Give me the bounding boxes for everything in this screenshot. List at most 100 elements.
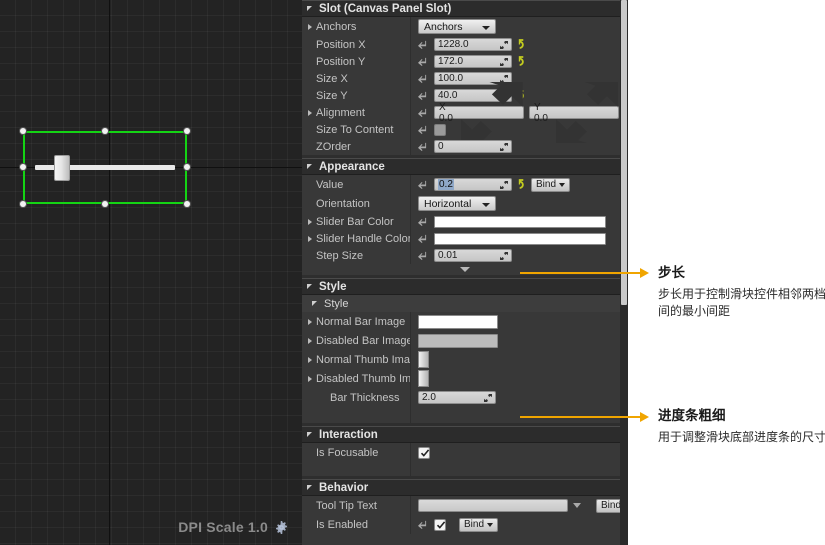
collapse-triangle-icon[interactable]: [307, 484, 314, 491]
column-separator: [410, 230, 411, 247]
orientation-dropdown[interactable]: Horizontal: [418, 196, 496, 211]
disabled-bar-image-swatch[interactable]: [418, 333, 498, 348]
property-row-bar-thickness[interactable]: Bar Thickness 2.0: [302, 388, 628, 407]
spinner-icon[interactable]: [500, 143, 508, 151]
spinner-icon[interactable]: [500, 41, 508, 49]
disabled-thumb-image-swatch[interactable]: [418, 370, 429, 387]
column-separator: [410, 213, 411, 230]
is-enabled-checkbox[interactable]: [434, 518, 446, 531]
resize-handle-middle-left[interactable]: [20, 164, 26, 170]
collapse-triangle-icon[interactable]: [307, 5, 314, 12]
spinner-icon[interactable]: [500, 252, 508, 260]
collapse-triangle-icon[interactable]: [307, 431, 314, 438]
is-enabled-bind-button[interactable]: Bind: [459, 517, 499, 532]
resize-handle-middle-right[interactable]: [184, 164, 190, 170]
alignment-x-input[interactable]: X 0.0: [434, 81, 524, 144]
resize-handle-top-left[interactable]: [20, 128, 26, 134]
tool-tip-text-input[interactable]: [418, 499, 568, 512]
expand-triangle-icon[interactable]: [308, 218, 312, 225]
spinner-icon[interactable]: [484, 394, 492, 402]
resize-handle-bottom-right[interactable]: [184, 201, 190, 207]
step-size-input[interactable]: 0.01: [434, 249, 512, 262]
property-label-anchors: Anchors: [302, 21, 410, 33]
expand-triangle-icon[interactable]: [308, 235, 312, 242]
property-label-size-x: Size X: [316, 72, 348, 85]
property-row-normal-thumb-image[interactable]: Normal Thumb Image: [302, 350, 628, 369]
revert-icon[interactable]: [517, 39, 526, 50]
column-separator: [410, 36, 411, 53]
resize-handle-bottom-left[interactable]: [20, 201, 26, 207]
collapse-triangle-icon[interactable]: [312, 300, 319, 307]
property-row-anchors[interactable]: Anchors Anchors: [302, 17, 628, 36]
property-row-disabled-thumb-image[interactable]: Disabled Thumb Image: [302, 369, 628, 388]
bar-thickness-input[interactable]: 2.0: [418, 391, 496, 404]
slider-bar-color-swatch[interactable]: [434, 215, 606, 228]
value-bind-button[interactable]: Bind: [531, 177, 571, 192]
position-y-input[interactable]: 172.0: [434, 55, 512, 68]
column-separator: [410, 87, 411, 104]
size-to-content-checkbox[interactable]: [434, 123, 446, 136]
revert-icon[interactable]: [517, 56, 526, 67]
subsection-header-style[interactable]: Style: [302, 295, 628, 312]
property-row-normal-bar-image[interactable]: Normal Bar Image: [302, 312, 628, 331]
property-row-slider-handle-color[interactable]: Slider Handle Color: [302, 230, 628, 247]
details-scrollbar-thumb[interactable]: [621, 0, 627, 305]
annotation-bar-thickness: 进度条粗细 用于调整滑块底部进度条的尺寸: [658, 404, 825, 446]
property-row-tool-tip-text[interactable]: Tool Tip Text Bind: [302, 496, 628, 515]
slider-handle-color-swatch[interactable]: [434, 232, 606, 245]
property-row-position-x[interactable]: Position X 1228.0: [302, 36, 628, 53]
expand-triangle-icon[interactable]: [308, 109, 312, 116]
property-row-is-enabled[interactable]: Is Enabled Bind: [302, 515, 628, 534]
style-section-filler: [302, 407, 628, 423]
alignment-y-input[interactable]: Y 0.0: [529, 81, 619, 144]
position-x-input[interactable]: 1228.0: [434, 38, 512, 51]
expand-triangle-icon[interactable]: [308, 356, 312, 363]
collapse-triangle-icon[interactable]: [307, 163, 314, 170]
designer-viewport[interactable]: DPI Scale 1.0: [0, 0, 302, 545]
property-row-slider-bar-color[interactable]: Slider Bar Color: [302, 213, 628, 230]
section-header-appearance[interactable]: Appearance: [302, 158, 628, 175]
section-header-slot[interactable]: Slot (Canvas Panel Slot): [302, 0, 628, 17]
property-row-orientation[interactable]: Orientation Horizontal: [302, 194, 628, 213]
override-arrow-icon: [418, 40, 427, 49]
property-row-value[interactable]: Value 0.2 Bind: [302, 175, 628, 194]
expand-triangle-icon[interactable]: [308, 337, 312, 344]
column-separator: [410, 462, 411, 476]
override-arrow-icon: [418, 234, 427, 243]
normal-thumb-image-swatch[interactable]: [418, 351, 429, 368]
expand-triangle-icon[interactable]: [308, 375, 312, 382]
property-label-step-size: Step Size: [316, 249, 364, 262]
revert-icon[interactable]: [517, 179, 526, 190]
property-row-zorder[interactable]: ZOrder 0: [302, 138, 628, 155]
property-row-is-focusable[interactable]: Is Focusable: [302, 443, 628, 462]
resize-handle-top-right[interactable]: [184, 128, 190, 134]
property-row-disabled-bar-image[interactable]: Disabled Bar Image: [302, 331, 628, 350]
spinner-icon[interactable]: [500, 181, 508, 189]
property-row-position-y[interactable]: Position Y 172.0: [302, 53, 628, 70]
collapse-triangle-icon[interactable]: [307, 283, 314, 290]
property-row-alignment[interactable]: Alignment X 0.0 Y 0.0: [302, 81, 628, 144]
property-row-step-size[interactable]: Step Size 0.01: [302, 247, 628, 264]
expand-triangle-icon[interactable]: [308, 23, 312, 30]
gear-icon[interactable]: [275, 520, 288, 534]
section-header-interaction[interactable]: Interaction: [302, 426, 628, 443]
section-header-behavior[interactable]: Behavior: [302, 479, 628, 496]
arrowhead-bar-thickness: [640, 412, 649, 422]
resize-handle-top-center[interactable]: [102, 128, 108, 134]
is-focusable-checkbox[interactable]: [418, 446, 430, 459]
section-header-style[interactable]: Style: [302, 278, 628, 295]
chevron-down-icon[interactable]: [573, 503, 581, 508]
value-input[interactable]: 0.2: [434, 178, 512, 191]
anchors-dropdown[interactable]: Anchors: [418, 19, 496, 34]
selection-box[interactable]: [23, 131, 187, 204]
resize-handle-bottom-center[interactable]: [102, 201, 108, 207]
expand-triangle-icon[interactable]: [308, 318, 312, 325]
normal-bar-image-swatch[interactable]: [418, 314, 498, 329]
zorder-input[interactable]: 0: [434, 140, 512, 153]
property-row-size-to-content[interactable]: Size To Content: [302, 121, 628, 138]
spinner-icon[interactable]: [500, 58, 508, 66]
annotation-step-size: 步长 步长用于控制滑块控件相邻两档之间的最小间距: [658, 261, 825, 321]
override-arrow-icon: [418, 74, 427, 83]
property-label-size-y: Size Y: [316, 89, 348, 102]
section-title-behavior: Behavior: [319, 481, 369, 494]
